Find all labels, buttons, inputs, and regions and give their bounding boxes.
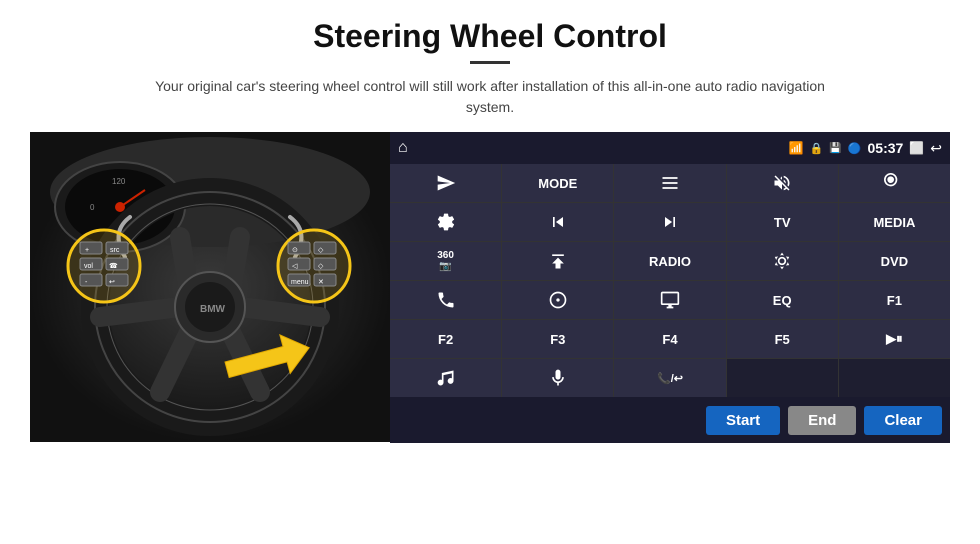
title-divider [470,61,510,64]
svg-text:vol: vol [84,263,93,270]
f3-button[interactable]: F3 [502,320,613,358]
status-time: 05:37 [868,140,904,156]
back-icon[interactable]: ↩ [930,140,942,157]
dvd-button[interactable]: DVD [839,242,950,280]
svg-text:src: src [110,247,120,254]
radio-button[interactable]: RADIO [614,242,725,280]
control-panel: ⌂ 📶 🔒 💾 🔵 05:37 ⬜ ↩ MODE [390,132,950,443]
navigation-button[interactable] [502,281,613,319]
phone-button[interactable] [390,281,501,319]
f1-button[interactable]: F1 [839,281,950,319]
status-icons: 📶 🔒 💾 🔵 05:37 ⬜ ↩ [789,140,942,157]
lock-icon: 🔒 [810,142,824,155]
svg-text:☎: ☎ [109,262,118,270]
svg-text:↩: ↩ [109,279,115,286]
svg-text:✕: ✕ [318,279,324,286]
steering-wheel-image: 0 60 120 [30,132,390,442]
button-grid: MODE TV [390,164,950,397]
page-container: Steering Wheel Control Your original car… [0,0,980,544]
empty-btn-2 [839,359,950,397]
mic-button[interactable] [502,359,613,397]
svg-text:◇: ◇ [318,247,324,254]
eq-button[interactable]: EQ [727,281,838,319]
camera-360-button[interactable]: 360📷 [390,242,501,280]
svg-text:menu: menu [291,279,309,286]
svg-text:⊙: ⊙ [292,247,298,254]
prev-button[interactable] [502,203,613,241]
empty-btn-1 [727,359,838,397]
send-button[interactable] [390,164,501,202]
svg-text:+: + [85,247,89,254]
page-subtitle: Your original car's steering wheel contr… [140,76,840,118]
music-button[interactable] [390,359,501,397]
display-button[interactable] [614,281,725,319]
start-button[interactable]: Start [706,406,780,435]
status-bar: ⌂ 📶 🔒 💾 🔵 05:37 ⬜ ↩ [390,132,950,164]
f4-button[interactable]: F4 [614,320,725,358]
f5-button[interactable]: F5 [727,320,838,358]
window-icon: ⬜ [909,141,924,155]
apps-button[interactable] [839,164,950,202]
eject-button[interactable] [502,242,613,280]
svg-text:0: 0 [90,203,95,212]
svg-text:◁: ◁ [292,263,298,270]
svg-text:◇: ◇ [318,263,324,270]
tv-button[interactable]: TV [727,203,838,241]
mode-button[interactable]: MODE [502,164,613,202]
home-icon[interactable]: ⌂ [398,139,408,157]
bt-icon: 🔵 [848,142,862,155]
media-button[interactable]: MEDIA [839,203,950,241]
end-button[interactable]: End [788,406,856,435]
svg-text:BMW: BMW [200,304,226,315]
hangup-button[interactable]: 📞/↩ [614,359,725,397]
sd-icon: 💾 [829,143,841,154]
clear-button[interactable]: Clear [864,406,942,435]
play-pause-button[interactable]: ▶⏸ [839,320,950,358]
content-area: 0 60 120 [30,132,950,443]
brightness-button[interactable] [727,242,838,280]
svg-text:120: 120 [112,177,126,186]
next-button[interactable] [614,203,725,241]
list-button[interactable] [614,164,725,202]
f2-button[interactable]: F2 [390,320,501,358]
mute-button[interactable] [727,164,838,202]
action-bar: Start End Clear [390,397,950,443]
wifi-icon: 📶 [789,141,804,155]
page-title: Steering Wheel Control [313,18,667,55]
settings-button[interactable] [390,203,501,241]
